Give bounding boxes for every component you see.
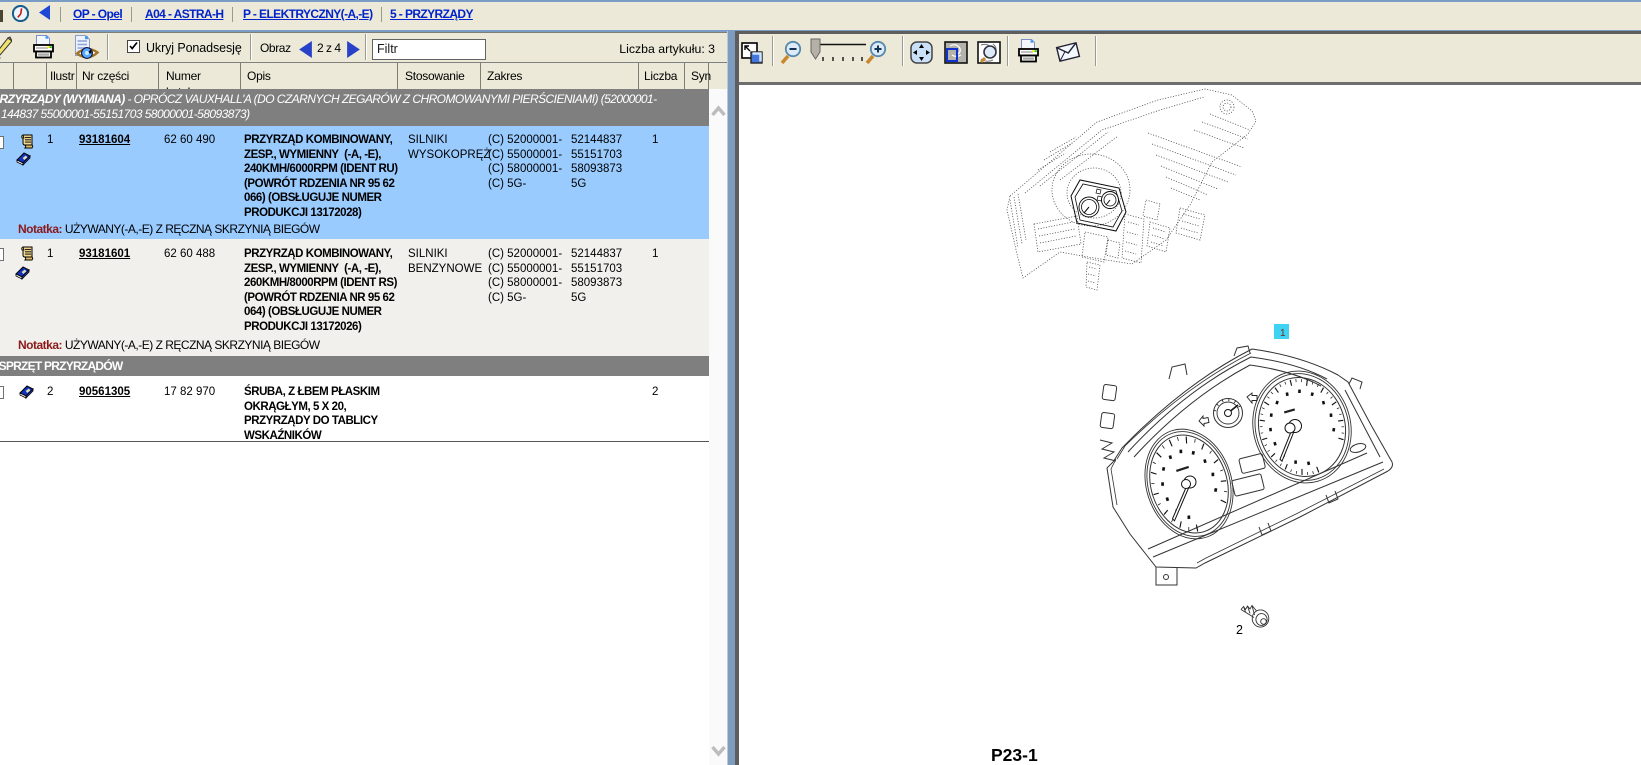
svg-text:1: 1: [1280, 328, 1286, 339]
svg-text:P23-1: P23-1: [991, 745, 1038, 765]
svg-text:2: 2: [1236, 623, 1243, 637]
